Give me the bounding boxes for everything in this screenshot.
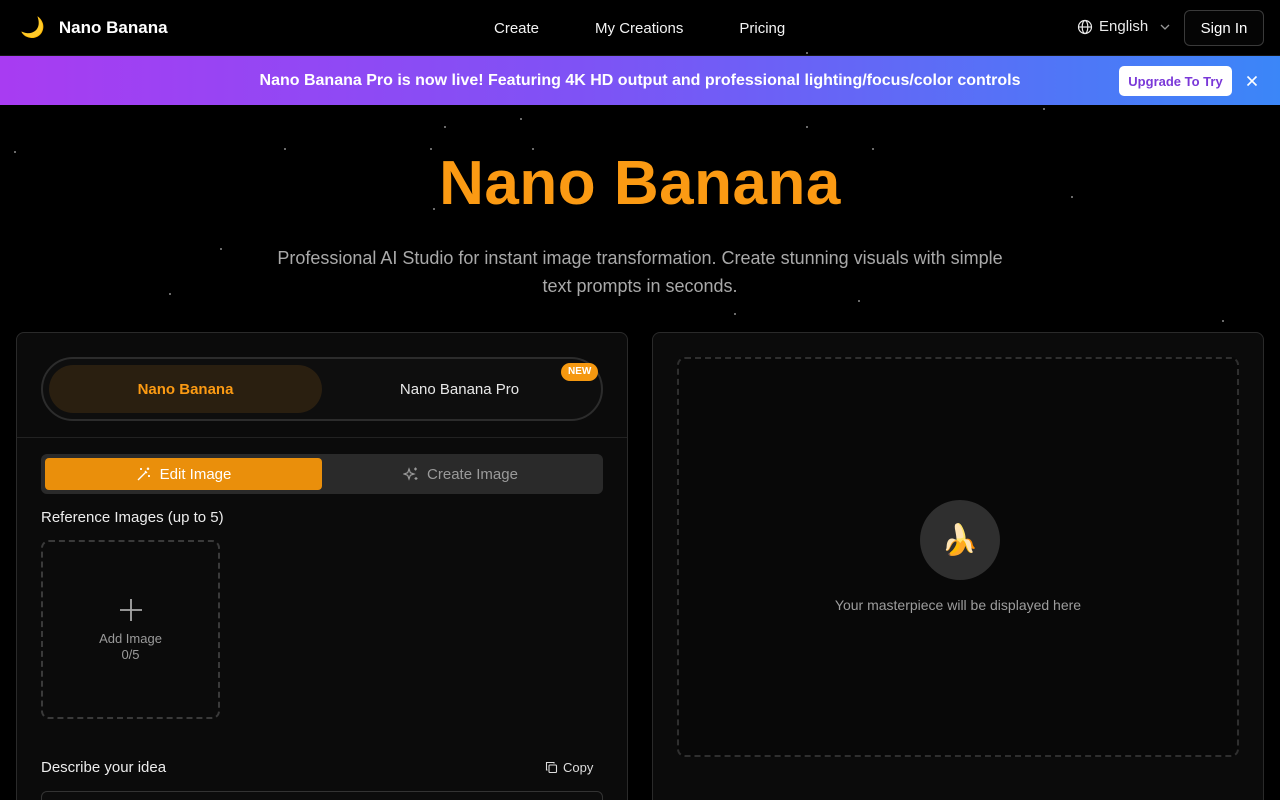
language-label: English	[1099, 18, 1149, 35]
brand-logo-link[interactable]: 🌙 Nano Banana	[20, 16, 168, 40]
upgrade-button[interactable]: Upgrade To Try	[1119, 66, 1232, 96]
tab-create-image-label: Create Image	[427, 465, 518, 483]
sparkles-icon	[403, 467, 418, 481]
main-nav: Create My Creations Pricing	[466, 0, 813, 56]
add-image-label: Add Image	[99, 630, 162, 646]
nav-my-creations[interactable]: My Creations	[567, 20, 711, 37]
tab-create-image[interactable]: Create Image	[322, 458, 599, 490]
moon-icon: 🌙	[20, 17, 45, 39]
tab-edit-image[interactable]: Edit Image	[45, 458, 322, 490]
output-placeholder-text: Your masterpiece will be displayed here	[834, 597, 1082, 613]
banana-icon: 🍌	[920, 500, 1000, 580]
prompt-textarea[interactable]	[41, 791, 603, 800]
mode-tabs: Edit Image Create Image	[41, 454, 603, 494]
copy-icon	[545, 761, 558, 774]
language-selector[interactable]: English	[1077, 18, 1172, 35]
chevron-down-icon	[1160, 24, 1170, 30]
panel-divider	[17, 437, 627, 438]
plus-icon	[119, 598, 142, 621]
hero-subtitle: Professional AI Studio for instant image…	[277, 248, 1003, 296]
describe-idea-label: Describe your idea	[41, 759, 167, 776]
top-navbar: 🌙 Nano Banana Create My Creations Pricin…	[0, 0, 1280, 56]
model-option-nano-banana-pro[interactable]: Nano Banana Pro	[323, 365, 596, 413]
close-icon[interactable]	[1244, 73, 1260, 89]
add-image-count: 0/5	[121, 646, 140, 662]
output-preview-area: 🍌 Your masterpiece will be displayed her…	[677, 357, 1239, 757]
magic-wand-icon	[137, 467, 150, 481]
announcement-banner: Nano Banana Pro is now live! Featuring 4…	[0, 56, 1280, 105]
sign-in-button[interactable]: Sign In	[1184, 10, 1264, 46]
add-image-dropzone[interactable]: Add Image 0/5	[41, 540, 220, 719]
nav-pricing[interactable]: Pricing	[711, 20, 813, 37]
hero-title: Nano Banana	[439, 149, 841, 218]
reference-images-label: Reference Images (up to 5)	[41, 509, 224, 526]
brand-name: Nano Banana	[58, 18, 168, 37]
copy-label: Copy	[563, 760, 594, 775]
editor-panel: Nano Banana Nano Banana Pro NEW Edit Ima…	[16, 332, 628, 800]
tab-edit-image-label: Edit Image	[159, 465, 232, 483]
copy-button[interactable]: Copy	[545, 760, 593, 775]
nav-create[interactable]: Create	[466, 20, 567, 37]
output-panel: 🍌 Your masterpiece will be displayed her…	[652, 332, 1264, 800]
globe-icon	[1077, 19, 1093, 34]
new-badge: NEW	[561, 363, 599, 381]
model-option-nano-banana[interactable]: Nano Banana	[49, 365, 322, 413]
model-switcher: Nano Banana Nano Banana Pro NEW	[41, 357, 603, 421]
banner-text: Nano Banana Pro is now live! Featuring 4…	[259, 72, 1021, 89]
